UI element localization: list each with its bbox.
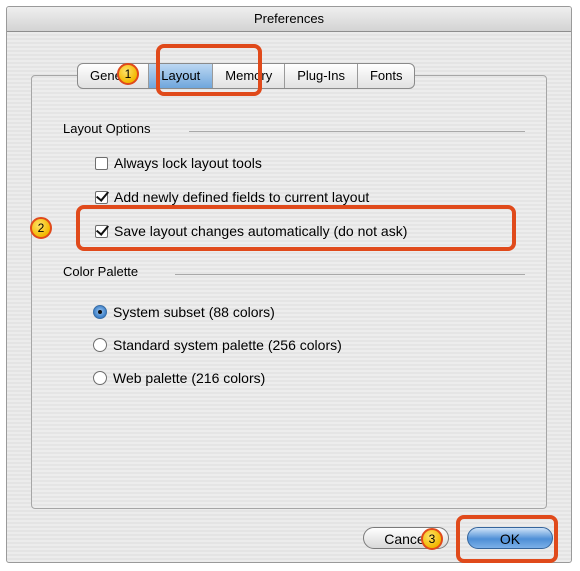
add-fields-to-layout-checkbox[interactable] bbox=[95, 190, 108, 204]
always-lock-layout-tools-checkbox[interactable] bbox=[95, 156, 108, 170]
system-subset-radio[interactable] bbox=[93, 305, 107, 319]
save-layout-changes-checkbox[interactable] bbox=[95, 224, 108, 238]
preferences-window: Preferences General Layout Memory Plug-I… bbox=[6, 6, 572, 563]
color-palette-heading: Color Palette bbox=[63, 264, 139, 279]
standard-palette-label: Standard system palette (256 colors) bbox=[113, 337, 342, 353]
ok-button[interactable]: OK bbox=[467, 527, 553, 549]
always-lock-layout-tools-label: Always lock layout tools bbox=[114, 155, 262, 171]
web-palette-label: Web palette (216 colors) bbox=[113, 370, 266, 386]
add-fields-to-layout-row[interactable]: Add newly defined fields to current layo… bbox=[95, 189, 369, 205]
callout-badge-1: 1 bbox=[117, 63, 139, 85]
tab-content-panel bbox=[31, 75, 547, 509]
layout-options-heading: Layout Options bbox=[63, 121, 151, 136]
web-palette-row[interactable]: Web palette (216 colors) bbox=[93, 370, 265, 386]
system-subset-row[interactable]: System subset (88 colors) bbox=[93, 304, 275, 320]
window-title: Preferences bbox=[7, 7, 571, 32]
standard-palette-radio[interactable] bbox=[93, 338, 107, 352]
system-subset-label: System subset (88 colors) bbox=[113, 304, 275, 320]
standard-palette-row[interactable]: Standard system palette (256 colors) bbox=[93, 337, 342, 353]
tab-memory[interactable]: Memory bbox=[213, 64, 286, 88]
tab-layout[interactable]: Layout bbox=[149, 64, 214, 88]
tab-plug-ins[interactable]: Plug-Ins bbox=[285, 64, 358, 88]
save-layout-changes-label: Save layout changes automatically (do no… bbox=[114, 223, 408, 239]
callout-badge-3: 3 bbox=[421, 528, 443, 550]
save-layout-changes-row[interactable]: Save layout changes automatically (do no… bbox=[95, 223, 407, 239]
web-palette-radio[interactable] bbox=[93, 371, 107, 385]
color-palette-divider bbox=[175, 274, 525, 275]
tab-fonts[interactable]: Fonts bbox=[358, 64, 415, 88]
add-fields-to-layout-label: Add newly defined fields to current layo… bbox=[114, 189, 370, 205]
layout-options-divider bbox=[189, 131, 525, 132]
callout-badge-2: 2 bbox=[30, 217, 52, 239]
always-lock-layout-tools-row[interactable]: Always lock layout tools bbox=[95, 155, 262, 171]
